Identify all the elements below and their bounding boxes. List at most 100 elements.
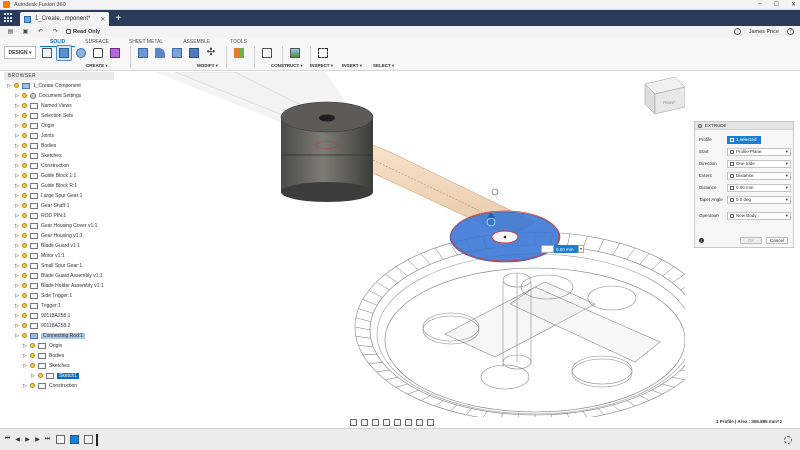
construct-menu[interactable]: CONSTRUCT ▾ (271, 63, 303, 69)
minimize-button[interactable]: – (758, 1, 761, 8)
browser-item[interactable]: ▷ 1_Create Component (7, 81, 81, 90)
expand-arrow-icon[interactable]: ▷ (23, 363, 28, 369)
browser-item[interactable]: ▷ Named Views (15, 101, 72, 110)
user-name[interactable]: James Price (749, 29, 779, 35)
insert-image-icon[interactable] (288, 46, 302, 60)
extent-field[interactable]: Distance ▾ (727, 171, 791, 180)
browser-item[interactable]: ▷ ROD PIN:1 (15, 211, 66, 220)
visibility-bulb-icon[interactable] (22, 233, 27, 238)
expand-arrow-icon[interactable]: ▷ (15, 113, 20, 119)
extrude-handle[interactable] (486, 217, 496, 227)
document-tab[interactable]: 1_Create...mponent* ✕ (20, 12, 110, 26)
browser-item[interactable]: ▷ 90118A258:1 (15, 311, 70, 320)
expand-arrow-icon[interactable]: ▷ (15, 123, 20, 129)
browser-item[interactable]: ▷ Large Spur Gear:1 (15, 191, 82, 200)
browser-item[interactable]: ▷ Sketch1 (31, 371, 80, 380)
clock-icon[interactable] (733, 28, 741, 35)
maximize-button[interactable]: ☐ (774, 1, 779, 8)
fit-icon[interactable] (394, 419, 401, 426)
browser-item[interactable]: ▷ Gear Shaft:1 (15, 201, 69, 210)
distance-input-overlay[interactable]: 0.00 mm ▾ (541, 245, 584, 253)
visibility-bulb-icon[interactable] (22, 173, 27, 178)
visibility-bulb-icon[interactable] (22, 183, 27, 188)
expand-arrow-icon[interactable]: ▷ (15, 283, 20, 289)
expand-arrow-icon[interactable]: ▷ (15, 103, 20, 109)
loft-icon[interactable] (108, 46, 122, 60)
expand-arrow-icon[interactable]: ▷ (23, 343, 28, 349)
timeline-marker[interactable] (96, 433, 98, 446)
expand-arrow-icon[interactable]: ▷ (23, 383, 28, 389)
visibility-bulb-icon[interactable] (30, 383, 35, 388)
timeline-feature-extrude[interactable] (84, 435, 93, 444)
distance-field[interactable]: 0.00 mm ▾ (727, 183, 791, 192)
select-icon[interactable] (316, 46, 330, 60)
browser-item[interactable]: ▷ Guide Block R:1 (15, 181, 77, 190)
visibility-bulb-icon[interactable] (22, 203, 27, 208)
construct-plane-icon[interactable] (232, 46, 246, 60)
expand-arrow-icon[interactable]: ▷ (15, 93, 20, 99)
expand-arrow-icon[interactable]: ▷ (15, 203, 20, 209)
expand-arrow-icon[interactable]: ▷ (15, 273, 20, 279)
dim-dropdown-icon[interactable]: ▾ (578, 245, 584, 253)
select-menu[interactable]: SELECT ▾ (373, 63, 394, 69)
sweep-icon[interactable] (91, 46, 105, 60)
help-icon[interactable]: ? (787, 28, 794, 35)
browser-item[interactable]: ▷ Blade Holder Assembly v1:1 (15, 281, 104, 290)
browser-item[interactable]: ▷ Origin (15, 121, 54, 130)
inspect-menu[interactable]: INSPECT ▾ (310, 63, 333, 69)
visibility-bulb-icon[interactable] (22, 213, 27, 218)
visibility-bulb-icon[interactable] (22, 243, 27, 248)
expand-arrow-icon[interactable]: ▷ (15, 213, 20, 219)
look-at-icon[interactable] (361, 419, 368, 426)
browser-item[interactable]: ▷ Bodies (15, 141, 56, 150)
expand-arrow-icon[interactable]: ▷ (15, 313, 20, 319)
timeline-settings-icon[interactable] (784, 435, 792, 444)
expand-arrow-icon[interactable]: ▷ (15, 303, 20, 309)
expand-arrow-icon[interactable]: ▷ (15, 133, 20, 139)
view-cube[interactable]: FRONT (644, 76, 685, 115)
browser-item[interactable]: ▷ Blade Guard Assembly v1:1 (15, 271, 103, 280)
browser-item[interactable]: ▷ Trigger:1 (15, 301, 61, 310)
visibility-bulb-icon[interactable] (30, 343, 35, 348)
dim-input-left[interactable] (541, 245, 554, 253)
visibility-bulb-icon[interactable] (22, 313, 27, 318)
timeline-feature-sketch[interactable] (70, 435, 79, 444)
visibility-bulb-icon[interactable] (22, 223, 27, 228)
chamfer-icon[interactable] (170, 46, 184, 60)
expand-arrow-icon[interactable]: ▷ (31, 373, 36, 379)
expand-arrow-icon[interactable]: ▷ (15, 173, 20, 179)
expand-arrow-icon[interactable]: ▷ (7, 83, 12, 89)
visibility-bulb-icon[interactable] (22, 93, 27, 98)
distance-value-field[interactable]: 0.00 mm (554, 245, 578, 253)
browser-item[interactable]: ▷ Sketches (23, 361, 70, 370)
browser-item[interactable]: ▷ Sketches (15, 151, 62, 160)
viewports-icon[interactable] (427, 419, 434, 426)
insert-menu[interactable]: INSERT ▾ (342, 63, 362, 69)
visibility-bulb-icon[interactable] (22, 193, 27, 198)
visibility-bulb-icon[interactable] (22, 133, 27, 138)
browser-item[interactable]: ▷ Side Trigger:1 (15, 291, 72, 300)
close-window-button[interactable]: ✕ (791, 1, 796, 8)
pan-icon[interactable] (372, 419, 379, 426)
profile-field[interactable]: 1 selected (727, 135, 761, 144)
visibility-bulb-icon[interactable] (22, 113, 27, 118)
press-pull-icon[interactable] (136, 46, 150, 60)
zoom-icon[interactable] (383, 419, 390, 426)
redo-icon[interactable]: ↷ (51, 28, 60, 36)
expand-arrow-icon[interactable]: ▷ (15, 163, 20, 169)
expand-arrow-icon[interactable]: ▷ (15, 223, 20, 229)
visibility-bulb-icon[interactable] (22, 143, 27, 148)
browser-item[interactable]: ▷ Construction (15, 161, 69, 170)
browser-item[interactable]: ▷ Gear Housing v1:1 (15, 231, 83, 240)
expand-arrow-icon[interactable]: ▷ (23, 353, 28, 359)
new-tab-button[interactable]: + (115, 13, 121, 24)
visibility-bulb-icon[interactable] (30, 363, 35, 368)
visibility-bulb-icon[interactable] (14, 83, 19, 88)
visibility-bulb-icon[interactable] (22, 323, 27, 328)
measure-icon[interactable] (260, 46, 274, 60)
browser-item[interactable]: ▷ Construction (23, 381, 77, 390)
expand-arrow-icon[interactable]: ▷ (15, 243, 20, 249)
cancel-button[interactable]: Cancel (766, 237, 788, 244)
browser-item[interactable]: ▷ Blade Guard v1:1 (15, 241, 80, 250)
create-sketch-icon[interactable] (40, 46, 54, 60)
